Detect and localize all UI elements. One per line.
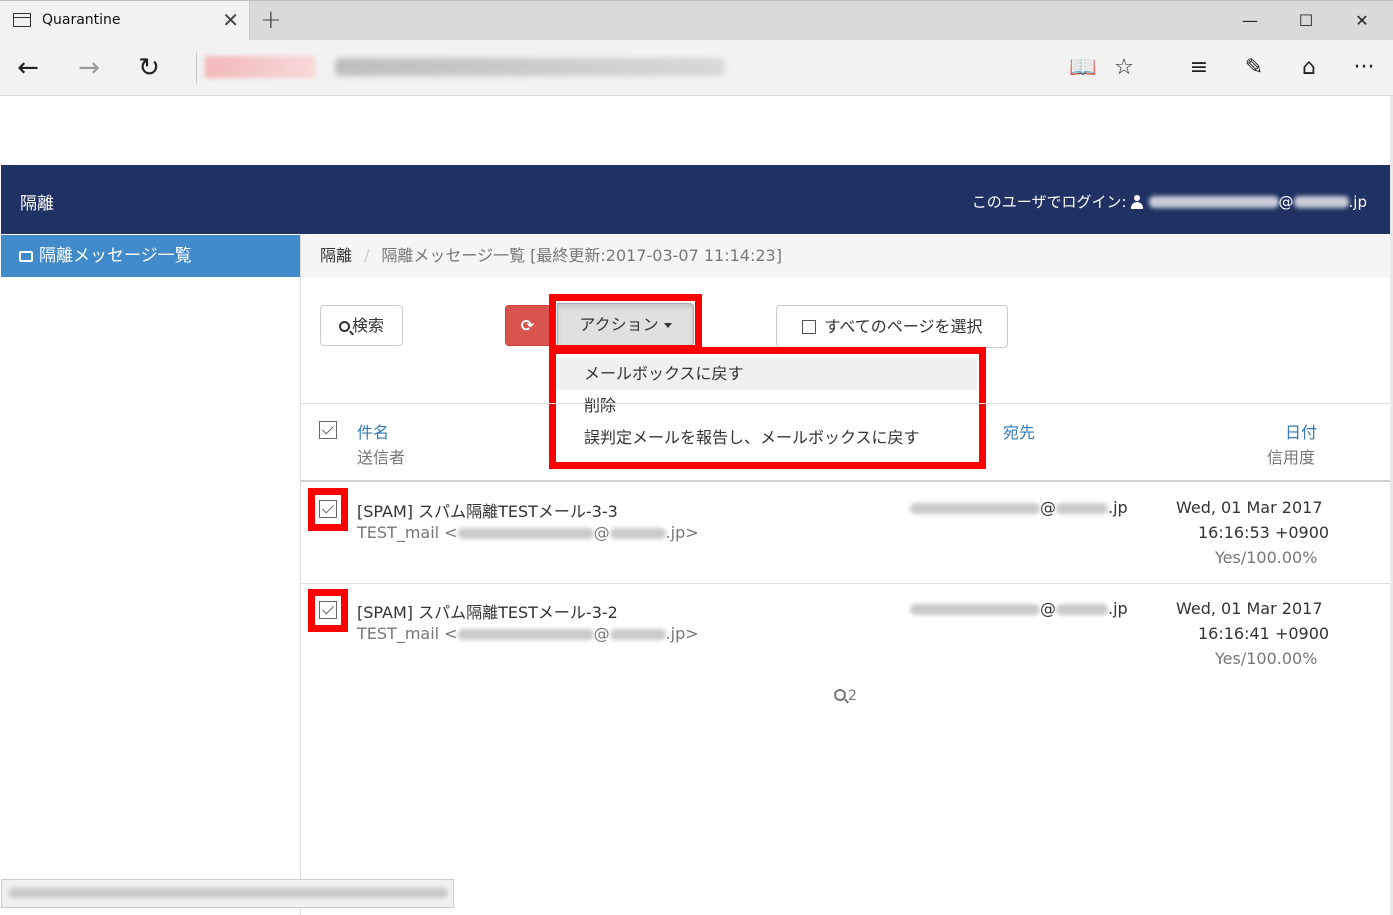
recipient-domain-redacted <box>1056 604 1108 615</box>
url-redacted <box>335 58 725 76</box>
header-select-checkbox[interactable] <box>319 421 337 439</box>
sender-name: TEST_mail < <box>357 624 458 643</box>
column-confidence: 信用度 <box>1267 448 1316 467</box>
reading-view-icon[interactable]: 📖 <box>1067 52 1099 84</box>
browser-tab[interactable]: Quarantine ✕ <box>0 1 250 41</box>
row-confidence: Yes/100.00% <box>1215 548 1318 567</box>
status-url-redacted <box>8 888 448 898</box>
breadcrumb: 隔離 / 隔離メッセージ一覧 [最終更新:2017-03-07 11:14:23] <box>301 235 1393 277</box>
refresh-list-icon: ⟳ <box>520 316 535 335</box>
app-title: 隔離 <box>20 194 54 214</box>
sender-domain-redacted <box>609 629 666 640</box>
more-icon[interactable]: ··· <box>1348 52 1380 84</box>
sender-at: @ <box>593 523 610 542</box>
minimize-button[interactable]: — <box>1226 1 1274 41</box>
table-header-divider <box>301 480 1393 482</box>
tab-close-icon[interactable]: ✕ <box>222 8 239 32</box>
row-checkbox[interactable] <box>319 500 337 518</box>
login-at: @ <box>1278 192 1294 211</box>
sender-name: TEST_mail < <box>357 523 458 542</box>
login-domain-redacted <box>1293 195 1349 208</box>
refresh-button[interactable]: ⟳ <box>505 305 550 346</box>
row-subject[interactable]: [SPAM] スパム隔離TESTメール-3-3 <box>357 498 618 522</box>
row-recipient: @ .jp <box>910 498 1128 517</box>
select-all-pages-button[interactable]: すべてのページを選択 <box>776 305 1008 348</box>
row-confidence: Yes/100.00% <box>1215 649 1318 668</box>
breadcrumb-separator: / <box>364 246 370 265</box>
sidebar-item-label: 隔離メッセージ一覧 <box>39 246 192 266</box>
hub-icon[interactable]: ≡ <box>1183 52 1215 84</box>
search-label: 検索 <box>351 316 384 335</box>
row-sender: TEST_mail < @ .jp> <box>357 624 699 643</box>
tab-page-icon <box>13 13 31 27</box>
row-subject[interactable]: [SPAM] スパム隔離TESTメール-3-2 <box>357 599 618 623</box>
search-button[interactable]: 検索 <box>320 305 403 346</box>
browser-navbar: ← → ↻ 📖 ☆ ≡ ✎ ⌂ ··· <box>0 40 1393 96</box>
login-label: このユーザでログイン: <box>971 193 1127 211</box>
count-search-icon <box>834 689 846 701</box>
maximize-button[interactable]: ☐ <box>1282 1 1330 41</box>
row-time: 16:16:53 +0900 <box>1198 523 1330 542</box>
address-bar[interactable] <box>205 56 1045 80</box>
recipient-redacted <box>910 503 1040 514</box>
user-icon <box>1130 194 1143 209</box>
column-subject[interactable]: 件名 <box>357 419 389 443</box>
column-recipient[interactable]: 宛先 <box>1003 419 1035 443</box>
login-user-redacted <box>1148 195 1279 208</box>
security-warning-redacted <box>205 56 315 78</box>
refresh-icon[interactable]: ↻ <box>131 50 167 86</box>
sidebar-item-quarantine-list[interactable]: 隔離メッセージ一覧 <box>1 235 300 277</box>
close-window-button[interactable]: ✕ <box>1338 1 1386 41</box>
browser-tabbar: Quarantine ✕ + — ☐ ✕ <box>0 0 1393 41</box>
sender-redacted <box>457 629 594 640</box>
sender-at: @ <box>593 624 610 643</box>
recipient-redacted <box>910 604 1040 615</box>
column-sender: 送信者 <box>357 448 406 467</box>
nav-divider <box>196 52 197 84</box>
select-all-label: すべてのページを選択 <box>824 317 983 336</box>
recipient-end: .jp <box>1108 599 1128 618</box>
row-date: Wed, 01 Mar 2017 <box>1176 599 1323 618</box>
breadcrumb-current: 隔離メッセージ一覧 [最終更新:2017-03-07 11:14:23] <box>381 246 782 265</box>
column-date[interactable]: 日付 <box>1285 419 1317 443</box>
browser-status-bar <box>1 879 454 908</box>
login-domain: .jp <box>1348 192 1367 211</box>
row-time: 16:16:41 +0900 <box>1198 624 1330 643</box>
row-recipient: @ .jp <box>910 599 1128 618</box>
app-header: 隔離 このユーザでログイン: @ .jp <box>1 165 1393 234</box>
recipient-domain-redacted <box>1056 503 1108 514</box>
row-checkbox[interactable] <box>319 601 337 619</box>
select-all-checkbox[interactable] <box>801 320 816 334</box>
recipient-end: .jp <box>1108 498 1128 517</box>
forward-icon[interactable]: → <box>71 50 107 86</box>
new-tab-icon[interactable]: + <box>260 5 282 35</box>
recipient-at: @ <box>1040 498 1056 517</box>
highlight-action-button <box>549 294 702 352</box>
row-divider <box>301 583 1393 584</box>
sender-end: .jp> <box>665 523 699 542</box>
login-info: このユーザでログイン: @ .jp <box>972 191 1367 212</box>
web-note-icon[interactable]: ✎ <box>1238 52 1270 84</box>
table-top-divider <box>301 403 1393 404</box>
sidebar: 隔離メッセージ一覧 <box>1 234 301 915</box>
breadcrumb-root[interactable]: 隔離 <box>320 246 352 265</box>
tab-title: Quarantine <box>42 12 121 28</box>
row-date: Wed, 01 Mar 2017 <box>1176 498 1323 517</box>
sender-end: .jp> <box>665 624 699 643</box>
favorite-star-icon[interactable]: ☆ <box>1108 52 1140 84</box>
row-sender: TEST_mail < @ .jp> <box>357 523 699 542</box>
sender-domain-redacted <box>609 528 666 539</box>
back-icon[interactable]: ← <box>10 50 46 86</box>
share-icon[interactable]: ⌂ <box>1293 52 1325 84</box>
sender-redacted <box>457 528 594 539</box>
inbox-icon <box>19 251 33 262</box>
result-count: 2 <box>834 688 857 704</box>
recipient-at: @ <box>1040 599 1056 618</box>
search-icon <box>338 321 350 332</box>
highlight-action-menu <box>549 347 986 469</box>
